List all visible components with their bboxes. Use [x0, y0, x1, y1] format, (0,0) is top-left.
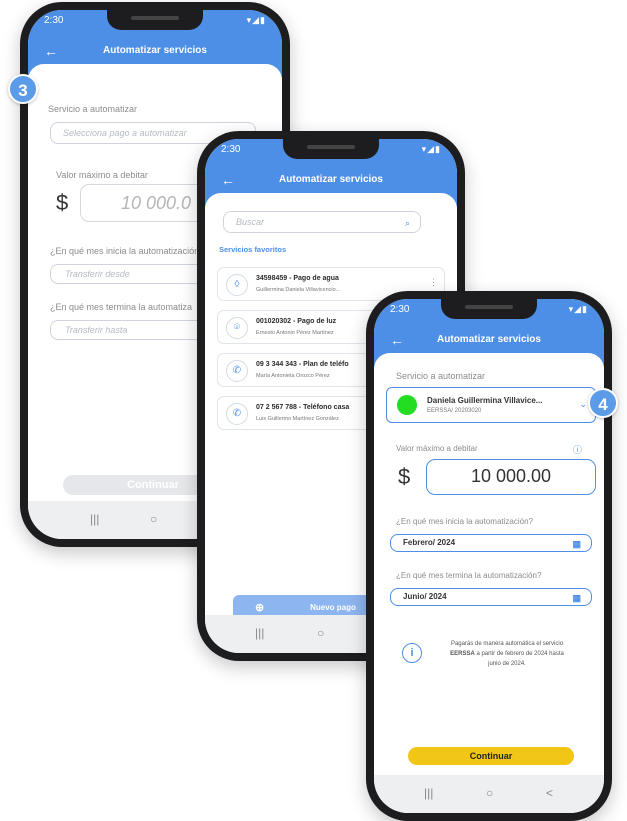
search-input[interactable]: Buscar ⌕ [223, 211, 421, 233]
currency-symbol: $ [398, 464, 411, 489]
favorite-item-title: 09 3 344 343 - Plan de teléfo [256, 361, 349, 368]
service-name: Daniela Guillermina Villavice... [427, 396, 543, 405]
start-month-placeholder: Transferir desde [65, 269, 130, 279]
calendar-icon[interactable]: ▦ [572, 590, 581, 606]
end-month-label: ¿En qué mes termina la automatiza [50, 302, 193, 312]
signal-icon: ▾◢▮ [246, 15, 266, 25]
location-pin-icon: ⌾ [226, 317, 248, 339]
service-select-placeholder: Selecciona pago a automatizar [63, 128, 187, 138]
start-month-value: Febrero/ 2024 [403, 538, 456, 547]
service-label: Servicio a automatizar [396, 371, 486, 381]
favorite-item-title: 34598459 - Pago de agua [256, 275, 339, 282]
info-circle-icon: i [402, 643, 422, 663]
notch [283, 139, 379, 159]
home-icon[interactable]: ○ [150, 512, 157, 526]
favorite-item-subtitle: Luis Guillermo Martínez González [256, 416, 339, 422]
continue-button[interactable]: Continuar [408, 747, 574, 765]
screen-step-4: 2:30 ▾◢▮ ← Automatizar servicios Servici… [374, 299, 604, 813]
signal-icon: ▾◢▮ [421, 144, 441, 154]
currency-symbol: $ [56, 190, 69, 215]
service-label: Servicio a automatizar [48, 104, 138, 114]
favorite-item-subtitle: Ernesto Antonio Pérez Martínez [256, 330, 334, 336]
start-month-field[interactable]: Febrero/ 2024 ▦ [390, 534, 592, 552]
notch [107, 10, 203, 30]
search-icon: ⌕ [404, 218, 410, 228]
service-select-filled[interactable]: Daniela Guillermina Villavice... EERSSA/… [386, 387, 596, 423]
max-amount-label: Valor máximo a debitar [56, 170, 148, 180]
system-nav-bar: ||| ○ < [374, 775, 604, 813]
signal-icon: ▾◢▮ [568, 304, 588, 314]
water-drop-icon: ◊ [226, 274, 248, 296]
notch [441, 299, 537, 319]
recents-icon[interactable]: ||| [90, 512, 99, 526]
start-month-label: ¿En qué mes inicia la automatización [50, 246, 200, 256]
phone-step-4: 2:30 ▾◢▮ ← Automatizar servicios Servici… [366, 291, 612, 821]
status-time: 2:30 [221, 144, 241, 155]
favorite-item-subtitle: Guillermina Daniela Villavicencio... [256, 287, 341, 293]
status-time: 2:30 [44, 15, 64, 26]
max-amount-value: 10 000.00 [470, 466, 552, 486]
chevron-down-icon: ⌄ [579, 399, 587, 409]
summary-prefix: Pagarás de manera automática el servicio [450, 641, 564, 647]
favorite-item-title: 07 2 567 788 - Teléfono casa [256, 404, 350, 411]
summary-service: EERSSA [450, 651, 475, 657]
automation-summary: Pagarás de manera automática el servicio… [444, 639, 570, 669]
service-avatar [397, 395, 417, 415]
calendar-icon[interactable]: ▦ [572, 536, 581, 552]
max-amount-value: 10 000.0 [121, 193, 192, 213]
start-month-label: ¿En qué mes inicia la automatización? [396, 517, 533, 526]
app-title: Automatizar servicios [103, 45, 207, 56]
content-card: Servicio a automatizar Daniela Guillermi… [374, 353, 604, 775]
max-amount-label: Valor máximo a debitar [396, 444, 478, 453]
home-icon[interactable]: ○ [317, 626, 324, 640]
phone-icon: ✆ [226, 403, 248, 425]
step-badge-3: 3 [8, 74, 38, 104]
home-icon[interactable]: ○ [486, 786, 493, 800]
phone-icon: ✆ [226, 360, 248, 382]
more-options-icon[interactable]: ⋮ [429, 277, 438, 288]
recents-icon[interactable]: ||| [424, 786, 433, 800]
app-title: Automatizar servicios [437, 334, 541, 345]
step-badge-4: 4 [588, 388, 618, 418]
search-placeholder: Buscar [236, 217, 265, 227]
new-payment-label: Nuevo pago [310, 603, 356, 612]
end-month-label: ¿En qué mes termina la automatización? [396, 571, 542, 580]
status-time: 2:30 [390, 304, 410, 315]
end-month-value: Junio/ 2024 [403, 592, 447, 601]
app-title: Automatizar servicios [279, 174, 383, 185]
favorites-title: Servicios favoritos [219, 245, 287, 254]
favorite-item-subtitle: María Antonieta Orozco Pérez [256, 373, 330, 379]
back-nav-icon[interactable]: < [546, 786, 553, 800]
end-month-field[interactable]: Junio/ 2024 ▦ [390, 588, 592, 606]
service-code: EERSSA/ 20203020 [427, 408, 482, 414]
end-month-placeholder: Transferir hasta [65, 325, 128, 335]
info-icon[interactable]: ⓘ [573, 443, 582, 456]
favorite-item-title: 001020302 - Pago de luz [256, 318, 337, 325]
summary-suffix: a partir de febrero de 2024 hasta junio … [476, 651, 564, 667]
max-amount-input[interactable]: 10 000.00 [426, 459, 596, 495]
recents-icon[interactable]: ||| [255, 626, 264, 640]
